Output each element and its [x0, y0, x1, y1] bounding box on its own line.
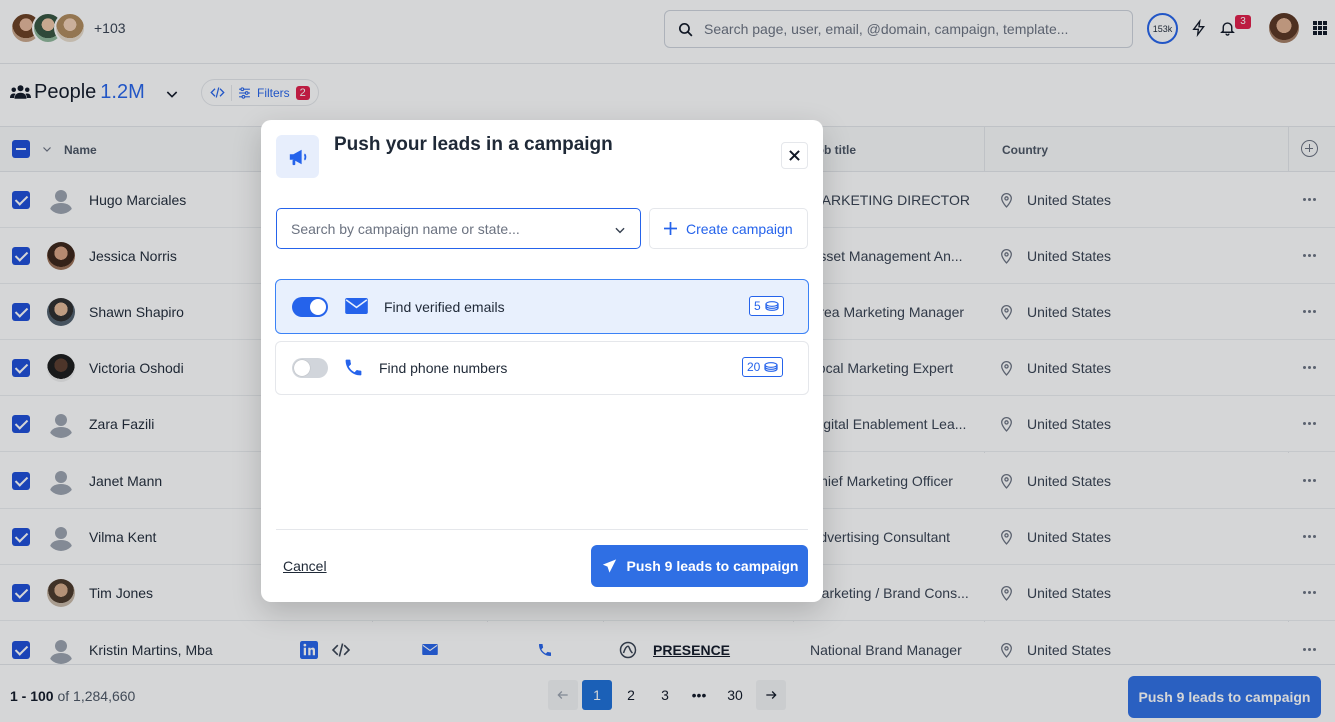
credit-cost: 20 [747, 360, 761, 374]
close-icon [789, 150, 800, 161]
create-campaign-label: Create campaign [686, 220, 793, 237]
option-phone-numbers[interactable]: Find phone numbers 20 [275, 341, 809, 395]
coins-icon [764, 362, 778, 372]
option-verified-emails[interactable]: Find verified emails 5 [275, 279, 809, 334]
megaphone-icon [276, 135, 319, 178]
envelope-icon [345, 298, 368, 314]
coins-icon [765, 301, 779, 311]
option-label: Find phone numbers [379, 360, 508, 376]
credit-cost-badge: 20 [742, 357, 784, 377]
campaign-search-input[interactable] [291, 220, 591, 237]
campaign-select[interactable] [276, 208, 641, 249]
cancel-button[interactable]: Cancel [283, 558, 327, 574]
credit-cost-badge: 5 [749, 296, 784, 316]
push-to-campaign-button[interactable]: Push 9 leads to campaign [591, 545, 808, 587]
push-campaign-modal: Push your leads in a campaign Create cam… [261, 120, 823, 602]
option-label: Find verified emails [384, 299, 505, 315]
emails-toggle[interactable] [292, 297, 328, 317]
phones-toggle[interactable] [292, 358, 328, 378]
divider [276, 529, 808, 530]
credit-cost: 5 [754, 299, 761, 313]
create-campaign-button[interactable]: Create campaign [649, 208, 808, 249]
close-button[interactable] [781, 142, 808, 169]
chevron-down-icon [615, 227, 625, 234]
modal-title: Push your leads in a campaign [334, 134, 613, 155]
send-icon [602, 559, 616, 573]
phone-icon [345, 359, 362, 376]
plus-icon [664, 222, 677, 235]
push-to-campaign-label: Push 9 leads to campaign [626, 558, 799, 574]
